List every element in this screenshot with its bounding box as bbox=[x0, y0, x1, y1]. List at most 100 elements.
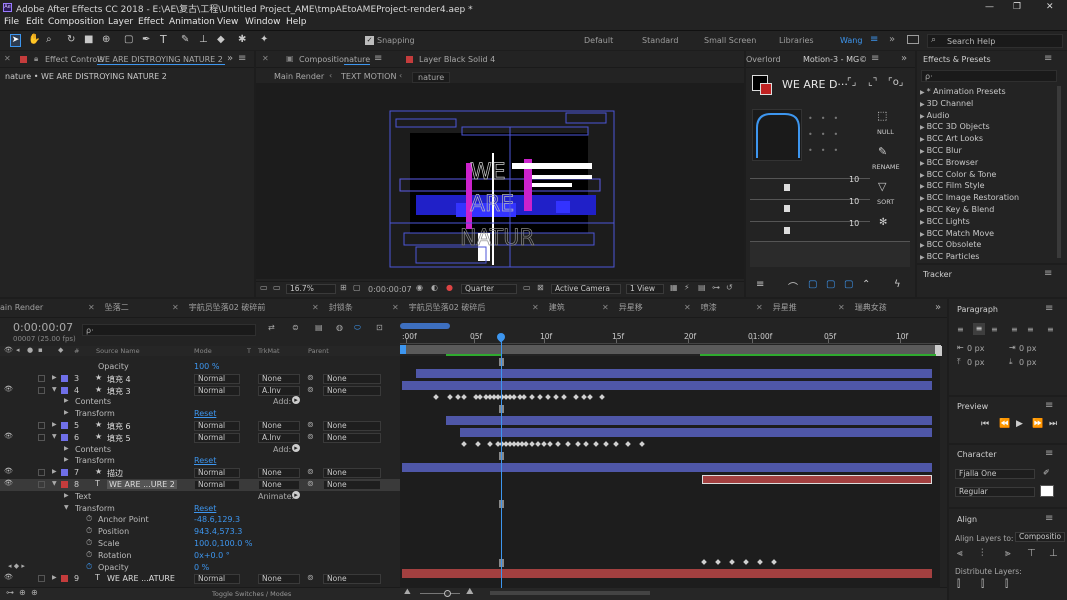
keyframe-icon[interactable] bbox=[639, 441, 645, 447]
keyframe-icon[interactable] bbox=[757, 559, 763, 565]
reset-link[interactable]: Reset bbox=[194, 409, 216, 418]
property-row[interactable]: ⏱ Scale 100.0,100.0 % bbox=[0, 538, 400, 550]
sort-icon[interactable]: ▽ bbox=[878, 180, 886, 193]
effects-category-item[interactable]: ▶ BCC Image Restoration bbox=[920, 193, 1019, 202]
property-value[interactable]: 100 % bbox=[194, 362, 219, 371]
menu-effect[interactable]: Effect bbox=[138, 17, 164, 27]
layer-row[interactable]: 👁︎ ▼ 4 ★ 填充 3 Normal A.Inv ⊚ None bbox=[0, 385, 400, 397]
zoom-out-icon[interactable]: ⛰ bbox=[404, 587, 411, 597]
twirl-icon[interactable]: ▶ bbox=[64, 445, 69, 452]
layer-duration-bar[interactable] bbox=[402, 380, 932, 390]
motion-tool-icon[interactable]: ▢ bbox=[826, 279, 835, 290]
lock-icon[interactable]: ▣ bbox=[286, 54, 294, 63]
composition-tab-label[interactable]: Composition bbox=[299, 55, 349, 64]
parent-dropdown[interactable]: None bbox=[323, 385, 381, 396]
trkmat-dropdown[interactable]: None bbox=[258, 468, 300, 479]
workspace-default[interactable]: Default bbox=[584, 36, 613, 45]
draft-3d-icon[interactable]: ⇄ bbox=[268, 323, 275, 332]
keyframe-icon[interactable] bbox=[729, 559, 735, 565]
close-tab-icon[interactable]: ✕ bbox=[4, 54, 11, 63]
keyframe-icon[interactable] bbox=[587, 394, 593, 400]
next-frame-icon[interactable]: ⏩ bbox=[1032, 419, 1043, 429]
motion-tab[interactable]: Motion-3 - MG© bbox=[803, 55, 867, 64]
slider-value[interactable]: 10 bbox=[849, 175, 859, 184]
keyframe-icon[interactable] bbox=[455, 394, 461, 400]
timeline-tab[interactable]: ✕ 异星推 bbox=[756, 299, 797, 317]
layer-duration-bar[interactable] bbox=[460, 427, 932, 437]
toggle-switches-modes[interactable]: Toggle Switches / Modes bbox=[212, 590, 291, 598]
blend-mode-dropdown[interactable]: Normal bbox=[194, 480, 240, 490]
puppet-tool-icon[interactable]: ✦ bbox=[260, 34, 268, 45]
property-row[interactable]: ▶ Text Animate: ▸ bbox=[0, 490, 400, 503]
keyframe-icon[interactable] bbox=[581, 394, 587, 400]
fast-preview-icon[interactable]: ⚡ bbox=[684, 283, 690, 292]
layer-name[interactable]: WE ARE ...URE 2 bbox=[107, 480, 177, 489]
breadcrumb-nature[interactable]: nature bbox=[412, 72, 451, 83]
align-center-icon[interactable]: ≡ bbox=[973, 323, 985, 335]
align-right-edges-icon[interactable]: ⫸ bbox=[1005, 548, 1011, 559]
overlord-tab[interactable]: Overlord bbox=[746, 55, 781, 64]
zoom-tool-icon[interactable]: ⌕ bbox=[46, 34, 52, 45]
panel-menu-icon[interactable]: ≡ bbox=[1044, 268, 1052, 279]
parent-dropdown[interactable]: None bbox=[323, 480, 381, 490]
rectangle-tool-icon[interactable]: ▢ bbox=[124, 34, 133, 45]
easing-graph[interactable] bbox=[752, 109, 802, 161]
effects-category-item[interactable]: ▶ Audio bbox=[920, 111, 949, 120]
motion-tool-icon[interactable]: ⌃ bbox=[862, 279, 870, 290]
trkmat-dropdown[interactable]: None bbox=[258, 574, 300, 585]
trkmat-dropdown[interactable]: None bbox=[258, 421, 300, 431]
menu-window[interactable]: Window bbox=[245, 17, 281, 27]
keyframe-icon[interactable] bbox=[573, 394, 579, 400]
previous-frame-icon[interactable]: ⏪ bbox=[999, 419, 1010, 429]
eye-icon[interactable]: 👁︎ bbox=[4, 573, 13, 581]
layer-row[interactable]: 👁︎ ▼ 8 T WE ARE ...URE 2 Normal None ⊚ None bbox=[0, 479, 400, 491]
views-dropdown[interactable]: 1 View bbox=[626, 284, 664, 294]
expand-panes-icon[interactable]: ⊕ bbox=[19, 588, 26, 597]
clone-stamp-tool-icon[interactable]: ⊥ bbox=[199, 34, 208, 45]
space-before-value[interactable]: 0 px bbox=[967, 358, 984, 367]
property-row[interactable]: ⏱ Anchor Point -48.6,129.3 bbox=[0, 514, 400, 526]
blend-mode-dropdown[interactable]: Normal bbox=[194, 421, 240, 431]
frame-blend-icon[interactable]: ▤ bbox=[315, 323, 323, 332]
slider-value[interactable]: 10 bbox=[849, 219, 859, 228]
color-swatch-icon[interactable] bbox=[760, 83, 772, 95]
comp-mini-flowchart-icon[interactable]: ⊶ bbox=[6, 588, 14, 597]
timeline-tab[interactable]: ✕ 封锁条 bbox=[312, 299, 353, 317]
layer-checkbox[interactable] bbox=[38, 433, 45, 441]
effects-search-input[interactable]: ρ· bbox=[921, 70, 1057, 82]
blend-mode-dropdown[interactable]: Normal bbox=[194, 468, 240, 479]
pickwhip-icon[interactable]: ⊚ bbox=[307, 373, 314, 382]
layer-duration-bar[interactable] bbox=[402, 569, 932, 579]
keyframe-icon[interactable] bbox=[603, 441, 609, 447]
anchor-grid[interactable]: ••• ••• ••• bbox=[808, 111, 860, 157]
twirl-icon[interactable]: ▼ bbox=[52, 433, 57, 440]
col-parent[interactable]: Parent bbox=[308, 347, 329, 355]
stopwatch-icon[interactable]: ⏱ bbox=[86, 514, 92, 524]
twirl-icon[interactable]: ▶ bbox=[52, 374, 57, 381]
label-color-swatch[interactable] bbox=[61, 422, 68, 429]
effect-controls-tab-label[interactable]: Effect Controls bbox=[45, 55, 104, 64]
twirl-icon[interactable]: ▶ bbox=[64, 397, 69, 404]
close-tab-icon[interactable]: ✕ bbox=[602, 303, 609, 312]
selection-tool-icon[interactable]: ➤ bbox=[10, 34, 21, 47]
layer-name[interactable]: WE ARE ...ATURE bbox=[107, 574, 175, 583]
add-button-icon[interactable]: ▸ bbox=[292, 490, 300, 499]
keyframe-icon[interactable] bbox=[743, 559, 749, 565]
effects-category-item[interactable]: ▶ BCC Browser bbox=[920, 158, 978, 167]
keyframe-icon[interactable] bbox=[487, 441, 493, 447]
motion-tool-icon[interactable]: ▢ bbox=[808, 279, 817, 290]
indent-left-value[interactable]: 0 px bbox=[967, 344, 984, 353]
layer-name[interactable]: 描边 bbox=[107, 468, 123, 479]
slider-value[interactable]: 10 bbox=[849, 197, 859, 206]
close-tab-icon[interactable]: ✕ bbox=[262, 54, 269, 63]
property-row[interactable]: ⏱ Position 943.4,573.3 bbox=[0, 526, 400, 538]
show-snapshot-icon[interactable]: ◐ bbox=[431, 283, 438, 292]
workspace-standard[interactable]: Standard bbox=[642, 36, 678, 45]
add-button-icon[interactable]: ▸ bbox=[292, 396, 300, 405]
keyframe-icon[interactable] bbox=[477, 394, 483, 400]
keyframe-icon[interactable] bbox=[625, 441, 631, 447]
menu-composition[interactable]: Composition bbox=[48, 17, 104, 27]
keyframe-icon[interactable] bbox=[561, 394, 567, 400]
horizontal-scrollbar[interactable] bbox=[490, 591, 650, 595]
twirl-icon[interactable]: ▼ bbox=[52, 480, 57, 487]
